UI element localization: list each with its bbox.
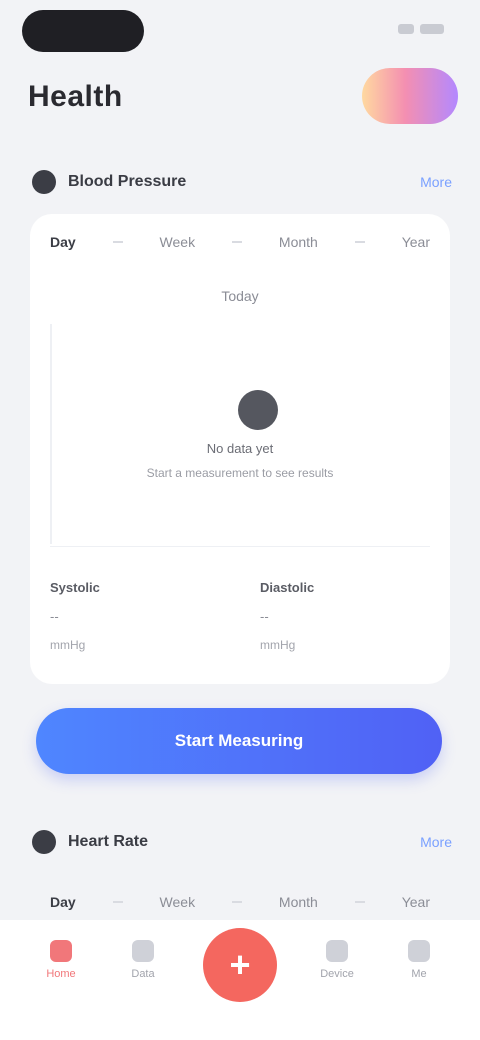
- tab-day[interactable]: Day: [50, 234, 76, 250]
- user-icon: [408, 940, 430, 962]
- page-title: Health: [28, 80, 123, 113]
- stat-unit: mmHg: [260, 638, 296, 652]
- divider: [50, 546, 430, 547]
- stat-value: --: [50, 609, 59, 624]
- stat-label: Diastolic: [260, 580, 315, 595]
- tab-year[interactable]: Year: [402, 894, 430, 910]
- tab-week[interactable]: Week: [160, 894, 196, 910]
- tab-separator: [354, 901, 365, 903]
- bottom-tab-bar: Home Data + Device Me: [0, 920, 480, 1040]
- stat-unit: mmHg: [50, 638, 86, 652]
- nav-label: Me: [411, 968, 427, 980]
- battery-icon: [420, 24, 444, 34]
- period-tabs-secondary: Day Week Month Year: [50, 890, 430, 914]
- measurement-card: Day Week Month Year Today No data yet St…: [30, 214, 450, 684]
- empty-state-title: No data yet: [206, 441, 274, 456]
- section-header-blood-pressure: Blood Pressure More: [32, 166, 452, 198]
- tab-day[interactable]: Day: [50, 894, 76, 910]
- status-bar-time-pill: [22, 10, 144, 52]
- avatar[interactable]: [362, 68, 458, 124]
- more-link[interactable]: More: [420, 834, 452, 850]
- tab-separator: [232, 241, 242, 243]
- stat-systolic: Systolic -- mmHg: [50, 580, 230, 680]
- tab-year[interactable]: Year: [402, 234, 430, 250]
- nav-label: Data: [131, 968, 155, 980]
- chart-axis: [50, 324, 52, 544]
- home-icon: [50, 940, 72, 962]
- stat-diastolic: Diastolic -- mmHg: [260, 580, 440, 680]
- period-tabs: Day Week Month Year: [50, 228, 430, 256]
- add-button[interactable]: +: [203, 928, 277, 1002]
- chart-icon: [132, 940, 154, 962]
- tab-week[interactable]: Week: [160, 234, 196, 250]
- empty-state-icon: [238, 390, 278, 430]
- nav-data[interactable]: Data: [121, 940, 165, 1000]
- stat-label: Systolic: [50, 580, 100, 595]
- nav-home[interactable]: Home: [39, 940, 83, 1000]
- status-indicators: [388, 20, 444, 38]
- watch-icon: [326, 940, 348, 962]
- tab-separator: [354, 241, 365, 243]
- tab-separator: [232, 901, 242, 903]
- nav-me[interactable]: Me: [397, 940, 441, 1000]
- nav-device[interactable]: Device: [315, 940, 359, 1000]
- nav-label: Home: [46, 968, 76, 980]
- stat-value: --: [260, 609, 269, 624]
- section-header-heart-rate: Heart Rate More: [32, 826, 452, 858]
- section-title: Blood Pressure: [68, 173, 187, 190]
- section-title: Heart Rate: [68, 833, 149, 850]
- start-measuring-button[interactable]: Start Measuring: [36, 708, 442, 774]
- tab-separator: [112, 241, 123, 243]
- more-link[interactable]: More: [420, 174, 452, 190]
- date-label: Today: [221, 288, 259, 304]
- nav-label: Device: [320, 968, 354, 980]
- tab-month[interactable]: Month: [279, 894, 318, 910]
- tab-separator: [112, 901, 123, 903]
- signal-icon: [398, 24, 414, 34]
- empty-state-subtitle: Start a measurement to see results: [146, 466, 334, 480]
- tab-month[interactable]: Month: [279, 234, 318, 250]
- heart-icon: [32, 170, 56, 194]
- pulse-icon: [32, 830, 56, 854]
